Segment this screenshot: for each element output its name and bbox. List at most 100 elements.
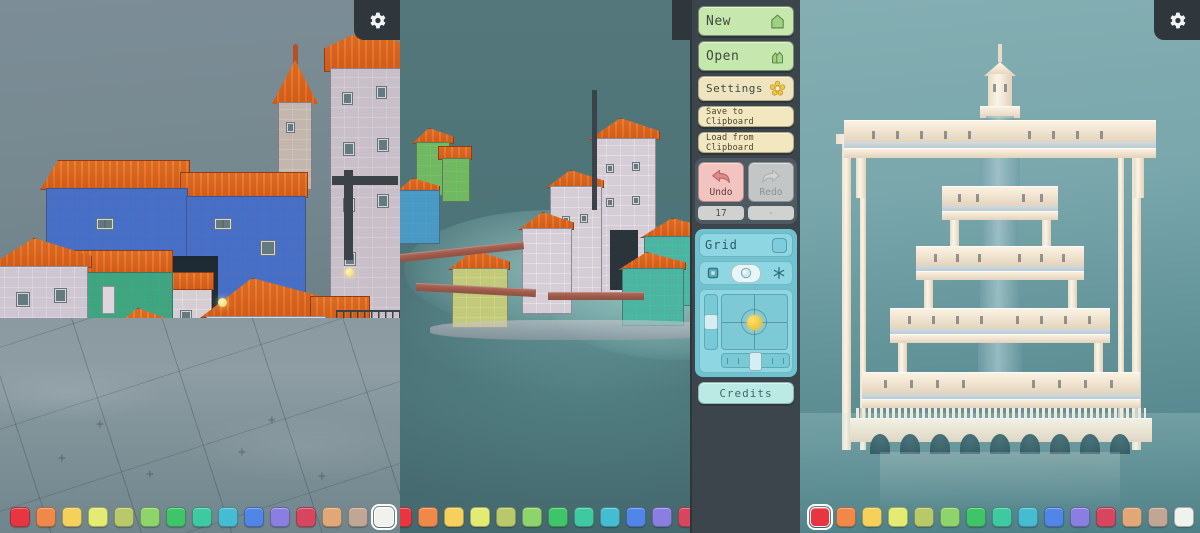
deck-tier-3 [916, 246, 1084, 266]
color-swatch-cyan[interactable] [600, 507, 620, 527]
load-from-clipboard-button[interactable]: Load from Clipboard [698, 132, 794, 153]
credits-button[interactable]: Credits [698, 382, 794, 404]
color-swatch-tan[interactable] [1122, 507, 1142, 527]
color-swatch-light-green[interactable] [140, 507, 160, 527]
redo-label: Redo [759, 187, 783, 198]
color-palette-panel3[interactable] [800, 504, 1200, 530]
street-lamp [218, 298, 227, 307]
light-rotation-slider[interactable] [721, 352, 790, 371]
color-swatch-olive[interactable] [496, 507, 516, 527]
color-swatch-light-yellow[interactable] [888, 507, 908, 527]
grid-toggle-row[interactable]: Grid [699, 233, 793, 257]
slider-tick [771, 357, 773, 364]
color-swatch-red[interactable] [400, 507, 412, 527]
flower-gear-icon [769, 80, 786, 97]
open-button-label: Open [706, 48, 740, 64]
undo-arrow-icon [709, 166, 733, 187]
color-swatch-light-yellow[interactable] [470, 507, 490, 527]
render-mode-row [699, 261, 793, 285]
grid-mode-icon[interactable] [705, 265, 721, 281]
color-swatch-teal-green[interactable] [574, 507, 594, 527]
color-swatch-red[interactable] [10, 507, 30, 527]
deck-lip-2 [942, 211, 1058, 220]
deck-tier-5 [862, 372, 1140, 394]
new-button-label: New [706, 13, 731, 29]
color-swatch-yellow[interactable] [862, 507, 882, 527]
color-swatch-cyan[interactable] [1018, 507, 1038, 527]
settings-gear-button-panel3[interactable] [1154, 0, 1200, 40]
redo-button[interactable]: Redo [748, 162, 794, 202]
viewport-harbour-wide[interactable]: New Open Settings Save to Clipboard Load… [400, 0, 800, 533]
building-teal-b [618, 252, 694, 328]
color-swatch-orange[interactable] [36, 507, 56, 527]
viewport-town-closeup[interactable]: + + + + + + [0, 0, 400, 533]
undo-redo-row: Undo Redo [698, 162, 794, 202]
color-swatch-purple[interactable] [652, 507, 672, 527]
undo-label: Undo [709, 187, 733, 198]
color-swatch-white[interactable] [371, 504, 397, 530]
snow-mode-icon[interactable] [771, 265, 787, 281]
color-swatch-purple[interactable] [1070, 507, 1090, 527]
color-swatch-green[interactable] [966, 507, 986, 527]
color-swatch-blue[interactable] [626, 507, 646, 527]
color-swatch-white[interactable] [1174, 507, 1194, 527]
street-lamp [345, 268, 354, 277]
color-swatch-yellow[interactable] [62, 507, 82, 527]
color-swatch-teal-green[interactable] [992, 507, 1012, 527]
viewport-white-tower[interactable] [800, 0, 1200, 533]
crane-post [592, 90, 597, 210]
color-swatch-blue[interactable] [1044, 507, 1064, 527]
color-swatch-crimson[interactable] [296, 507, 316, 527]
color-swatch-teal-green[interactable] [192, 507, 212, 527]
color-swatch-green[interactable] [166, 507, 186, 527]
color-swatch-orange[interactable] [418, 507, 438, 527]
color-palette-panel1[interactable] [0, 504, 400, 530]
gear-icon [369, 12, 385, 28]
island-base [430, 320, 730, 340]
deck-lip-1 [844, 148, 1156, 158]
tower-reflection [880, 452, 1120, 512]
mast-left [842, 140, 851, 450]
slider-knob[interactable] [749, 352, 762, 371]
save-to-clipboard-button[interactable]: Save to Clipboard [698, 106, 794, 127]
color-swatch-olive[interactable] [114, 507, 134, 527]
slider-tick [782, 357, 784, 364]
open-button[interactable]: Open [698, 41, 794, 71]
deck-tier-4 [890, 308, 1110, 329]
slider-knob[interactable] [704, 314, 718, 330]
history-count-row: 17 - [698, 206, 794, 220]
history-group: Undo Redo 17 - [695, 158, 797, 224]
color-swatch-purple[interactable] [270, 507, 290, 527]
color-swatch-beige[interactable] [1148, 507, 1168, 527]
light-direction-pad[interactable] [720, 294, 788, 350]
settings-gear-button-panel1[interactable] [354, 0, 400, 40]
settings-button[interactable]: Settings [698, 76, 794, 101]
light-elevation-slider[interactable] [704, 294, 718, 350]
undo-button[interactable]: Undo [698, 162, 744, 202]
color-swatch-tan[interactable] [322, 507, 342, 527]
color-swatch-olive[interactable] [914, 507, 934, 527]
save-to-clipboard-label: Save to Clipboard [706, 106, 754, 127]
color-swatch-light-green[interactable] [522, 507, 542, 527]
new-button[interactable]: New [698, 6, 794, 36]
grid-label: Grid [705, 238, 738, 252]
color-swatch-blue[interactable] [244, 507, 264, 527]
slider-tick [727, 357, 729, 364]
color-swatch-crimson[interactable] [1096, 507, 1116, 527]
color-swatch-beige[interactable] [348, 507, 368, 527]
color-swatch-green[interactable] [548, 507, 568, 527]
color-swatch-light-green[interactable] [940, 507, 960, 527]
gear-icon [1169, 12, 1185, 28]
redo-arrow-icon [759, 166, 783, 187]
grid-checkbox[interactable] [772, 237, 787, 253]
color-swatch-light-yellow[interactable] [88, 507, 108, 527]
color-swatch-cyan[interactable] [218, 507, 238, 527]
houses-icon [769, 48, 786, 65]
crane-beam [332, 176, 398, 185]
deck-tier-1 [844, 120, 1156, 142]
color-swatch-orange[interactable] [836, 507, 856, 527]
app-screenshot: + + + + + + New Open Settings Save to Cl… [0, 0, 1200, 533]
color-swatch-red[interactable] [807, 504, 833, 530]
color-swatch-yellow[interactable] [444, 507, 464, 527]
sun-mode-icon[interactable] [731, 263, 761, 283]
